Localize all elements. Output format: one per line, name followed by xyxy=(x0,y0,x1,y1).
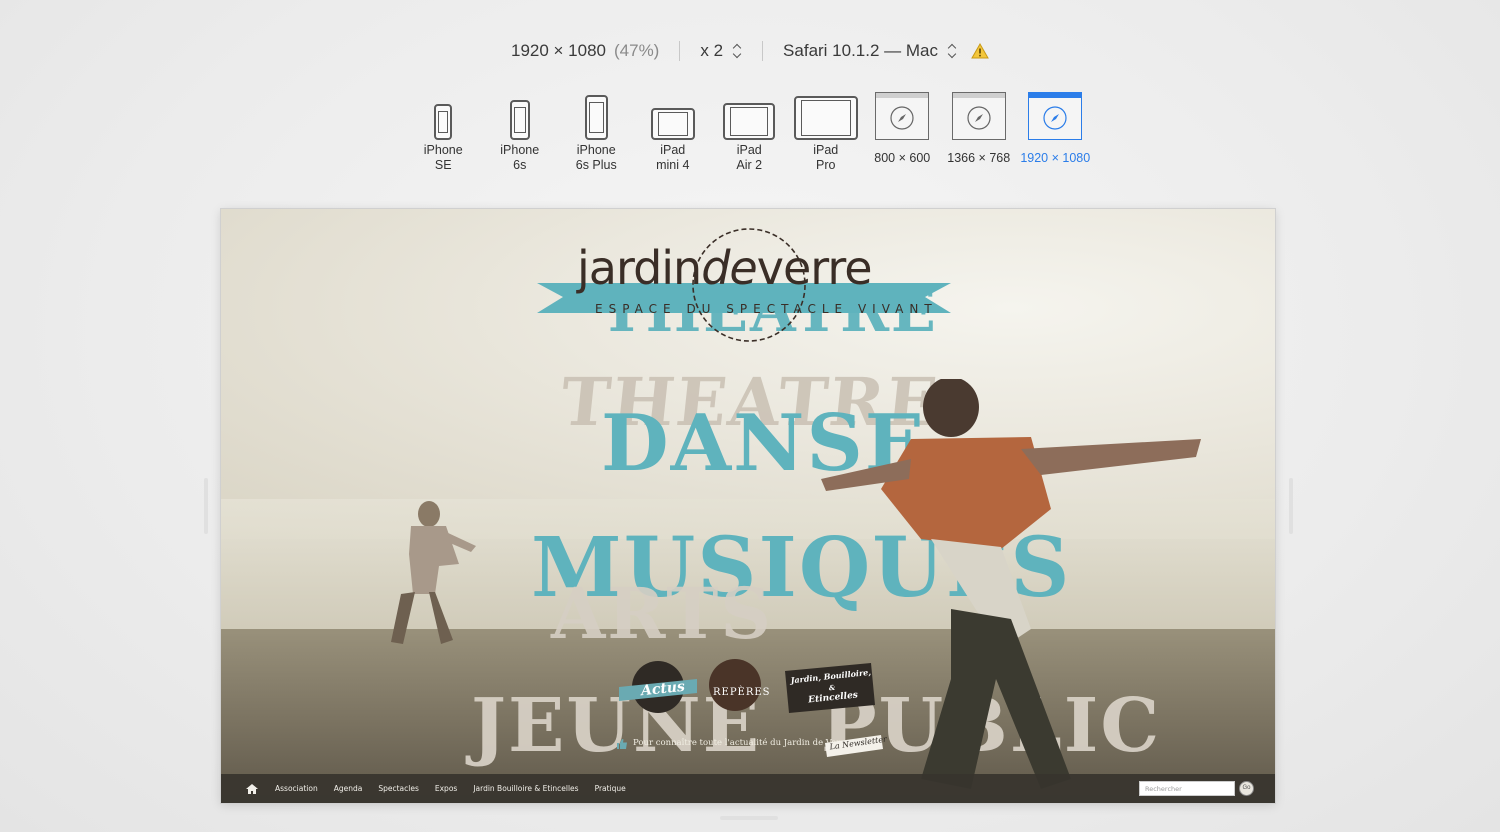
device-ipad-air-2[interactable]: iPad Air 2 xyxy=(711,88,788,173)
nav-expos[interactable]: Expos xyxy=(435,784,457,793)
device-ipad-pro[interactable]: iPad Pro xyxy=(788,88,865,173)
device-label: SE xyxy=(434,158,452,172)
user-agent-value: Safari 10.1.2 — Mac xyxy=(783,41,939,60)
device-label: iPhone xyxy=(500,143,540,157)
device-presets: iPhone SE iPhone 6s iPhone 6s Plus iPad mini… xyxy=(405,88,1094,173)
warning-icon[interactable] xyxy=(971,43,989,59)
device-label: iPhone xyxy=(423,143,463,157)
device-label: Air 2 xyxy=(736,158,763,172)
device-label: Pro xyxy=(816,158,836,172)
phone-icon xyxy=(509,100,530,140)
newsletter-line: Pour connaître toute l'actualité du Jard… xyxy=(633,738,850,748)
phone-icon xyxy=(434,104,453,140)
device-label: iPad xyxy=(660,143,686,157)
page-viewport[interactable]: THEATRE THEATRE DANSE MUSIQUES ARTS JEUN… xyxy=(221,209,1275,803)
resize-handle-bottom[interactable] xyxy=(720,816,778,820)
user-agent-select[interactable]: Safari 10.1.2 — Mac xyxy=(763,41,1009,61)
zoom-percent: (47%) xyxy=(614,41,660,60)
device-label: 6s Plus xyxy=(575,158,617,172)
chevron-updown-icon xyxy=(948,43,957,59)
compass-icon xyxy=(967,106,991,130)
browser-window-icon xyxy=(875,92,930,140)
window-1920x1080[interactable]: 1920 × 1080 xyxy=(1017,88,1094,173)
window-800x600[interactable]: 800 × 600 xyxy=(864,88,941,173)
badge-reperes[interactable]: REPÈRES xyxy=(713,687,771,698)
home-icon[interactable] xyxy=(245,783,259,795)
device-label: 1920 × 1080 xyxy=(1020,151,1091,165)
phone-icon xyxy=(584,95,608,140)
word-arts: ARTS xyxy=(551,572,773,655)
search-input[interactable]: Rechercher xyxy=(1139,781,1235,796)
nav-pratique[interactable]: Pratique xyxy=(595,784,626,793)
device-iphone-6s-plus[interactable]: iPhone 6s Plus xyxy=(558,88,635,173)
resize-handle-right[interactable] xyxy=(1289,478,1293,534)
device-label: iPad xyxy=(813,143,839,157)
responsive-design-mode: 1920 × 1080 (47%) x 2 Safari 10.1.2 — Ma… xyxy=(0,0,1500,832)
thumbs-up-icon xyxy=(617,739,627,749)
device-label: 1366 × 768 xyxy=(947,151,1011,165)
nav-agenda[interactable]: Agenda xyxy=(334,784,363,793)
device-ipad-mini-4[interactable]: iPad mini 4 xyxy=(635,88,712,173)
device-label: iPhone xyxy=(576,143,616,157)
pixel-ratio-value: x 2 xyxy=(700,41,724,60)
tablet-icon xyxy=(793,96,858,140)
device-label: 6s xyxy=(513,158,527,172)
tablet-icon xyxy=(650,108,695,140)
device-label: mini 4 xyxy=(656,158,690,172)
device-iphone-6s[interactable]: iPhone 6s xyxy=(482,88,559,173)
browser-window-icon xyxy=(1028,92,1083,140)
tablet-icon xyxy=(723,103,776,140)
resolution-value[interactable]: 1920 × 1080 xyxy=(511,41,606,61)
device-label: 800 × 600 xyxy=(874,151,931,165)
site-tagline: ESPACE DU SPECTACLE VIVANT xyxy=(595,302,938,316)
person-photo-left xyxy=(391,501,476,644)
resolution-control[interactable]: 1920 × 1080 (47%) xyxy=(491,41,679,61)
newsletter-link[interactable]: La Newsletter xyxy=(823,733,887,757)
device-label: iPad xyxy=(736,143,762,157)
compass-icon xyxy=(890,106,914,130)
browser-window-icon xyxy=(951,92,1006,140)
site-logo[interactable]: jardindeverre xyxy=(577,245,873,291)
window-1366x768[interactable]: 1366 × 768 xyxy=(941,88,1018,173)
pixel-ratio-select[interactable]: x 2 xyxy=(680,41,762,61)
search-go-button[interactable]: Go xyxy=(1239,781,1254,796)
chevron-updown-icon xyxy=(733,43,742,59)
nav-jardin-bouilloire[interactable]: Jardin Bouilloire & Etincelles xyxy=(473,784,578,793)
nav-spectacles[interactable]: Spectacles xyxy=(378,784,419,793)
compass-icon xyxy=(1043,106,1067,130)
nav-association[interactable]: Association xyxy=(275,784,318,793)
rdm-toolbar: 1920 × 1080 (47%) x 2 Safari 10.1.2 — Ma… xyxy=(0,36,1500,66)
device-iphone-se[interactable]: iPhone SE xyxy=(405,88,482,173)
site-nav-bar: Association Agenda Spectacles Expos Jard… xyxy=(221,774,1275,803)
resize-handle-left[interactable] xyxy=(204,478,208,534)
